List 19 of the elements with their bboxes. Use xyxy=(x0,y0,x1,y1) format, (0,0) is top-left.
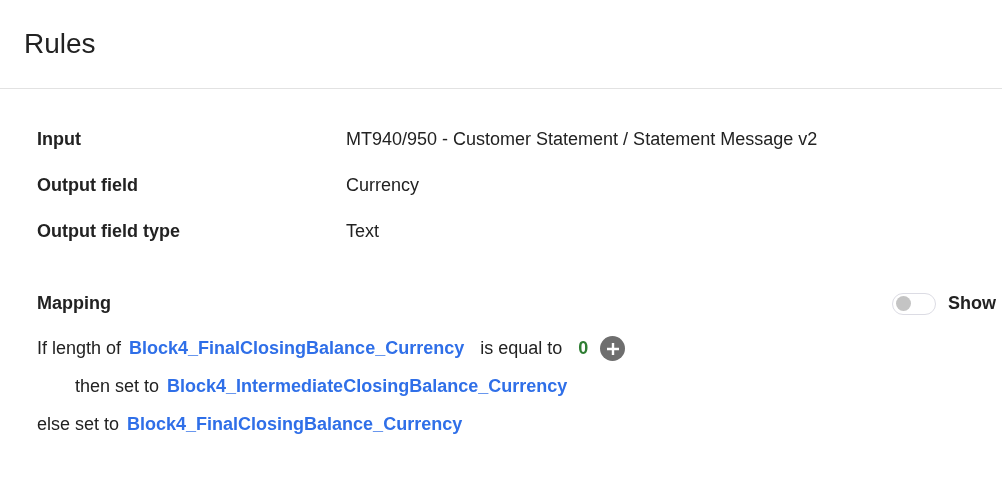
rule-value[interactable]: 0 xyxy=(578,335,589,362)
add-icon[interactable] xyxy=(600,336,626,361)
detail-value: MT940/950 - Customer Statement / Statement Message v2 xyxy=(346,128,818,151)
rule-operator: is equal to xyxy=(480,337,563,360)
rule-text: else set to xyxy=(37,413,120,436)
field-link[interactable]: Block4_FinalClosingBalance_Currency xyxy=(129,335,465,362)
toggle-switch[interactable] xyxy=(892,292,936,315)
detail-label: Output field xyxy=(37,174,139,197)
detail-value: Currency xyxy=(346,174,420,197)
field-link[interactable]: Block4_IntermediateClosingBalance_Currency xyxy=(167,373,568,400)
page-title: Rules xyxy=(24,27,96,61)
rule-text: If length of xyxy=(37,337,122,360)
rule-text: then set to xyxy=(75,375,160,398)
detail-label: Output field type xyxy=(37,220,181,243)
toggle-label: Show xyxy=(948,292,996,315)
detail-value: Text xyxy=(346,220,379,243)
detail-label: Input xyxy=(37,128,82,151)
section-title: Mapping xyxy=(37,292,111,315)
field-link[interactable]: Block4_FinalClosingBalance_Currency xyxy=(127,411,463,438)
